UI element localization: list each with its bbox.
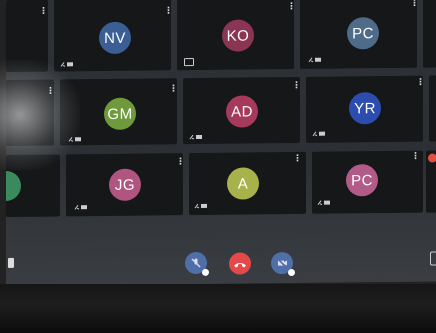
avatar-nv: NV [99,21,131,55]
participant-tile-ad[interactable]: AD ⋮ [183,76,301,145]
monitor-bezel [0,284,436,333]
mic-muted-icon [68,136,82,142]
mic-muted-icon [74,204,88,210]
participant-tile-edge[interactable]: ⋮ [6,79,55,146]
avatar-ad: AD [226,95,258,128]
tile-menu-icon[interactable]: ⋮ [164,6,173,16]
tile-menu-icon[interactable]: ⋮ [169,84,178,94]
avatar-pc: PC [347,17,379,50]
tile-menu-icon[interactable]: ⋮ [410,0,419,9]
avatar-gm: GM [104,97,136,130]
mic-muted-icon [60,61,74,67]
participant-tile-edge[interactable] [6,154,60,217]
recording-icon [428,153,436,163]
video-off-icon [276,254,288,273]
participant-tile-a[interactable]: A ⋮ [189,151,306,216]
participant-tile-gm[interactable]: GM ⋮ [60,78,178,146]
avatar-ko: KO [222,19,254,52]
tile-menu-icon[interactable]: ⋮ [287,2,296,12]
mic-off-icon [190,253,202,272]
meeting-grid: ⋮ NV ⋮ KO ⋮ PC ⋮ ⋮ GM ⋮ AD ⋮ YR ⋮ JG ⋮ A… [6,0,436,286]
avatar-yr: YR [349,92,381,125]
right-edge-icon[interactable] [430,251,436,266]
tile-menu-icon[interactable]: ⋮ [176,157,185,167]
participant-tile-edge-right[interactable] [426,150,436,213]
mute-button[interactable] [185,251,209,276]
phone-hangup-icon [233,254,247,273]
mic-muted-icon [312,131,326,137]
camera-status-dot [288,268,295,277]
participant-tile-pc2[interactable]: PC ⋮ [312,150,423,214]
mic-muted-icon [189,134,203,140]
hang-up-button[interactable] [229,252,251,275]
tile-menu-icon[interactable]: ⋮ [292,81,301,91]
participant-tile-edge-right[interactable] [429,75,436,142]
participant-tile-yr[interactable]: YR ⋮ [306,75,425,143]
mute-status-dot [202,268,209,276]
participant-tile-jg[interactable]: JG ⋮ [66,153,185,217]
participant-tile-ko[interactable]: KO ⋮ [177,0,296,71]
left-edge-icon [8,257,14,268]
avatar-jg: JG [109,168,141,201]
mic-muted-icon [194,203,208,209]
meeting-frame: ⋮ NV ⋮ KO ⋮ PC ⋮ ⋮ GM ⋮ AD ⋮ YR ⋮ JG ⋮ A… [0,0,436,333]
avatar-pc-2: PC [346,164,378,197]
avatar-partial [6,170,21,202]
participant-tile-edge-right[interactable] [423,0,436,68]
participant-tile-pc[interactable]: PC ⋮ [300,0,419,69]
tile-menu-icon[interactable]: ⋮ [293,154,302,164]
avatar-a: A [227,167,259,200]
participant-tile-edge[interactable]: ⋮ [6,0,48,73]
participant-tile-nv[interactable]: NV ⋮ [54,0,173,72]
tile-menu-icon[interactable]: ⋮ [46,86,55,96]
mic-muted-icon [317,200,331,206]
camera-button[interactable] [271,251,295,277]
camera-off-icon [184,58,194,67]
tile-menu-icon[interactable]: ⋮ [39,7,48,17]
tile-menu-icon[interactable]: ⋮ [416,78,425,88]
mic-muted-icon [308,57,322,63]
tile-menu-icon[interactable]: ⋮ [411,152,420,162]
